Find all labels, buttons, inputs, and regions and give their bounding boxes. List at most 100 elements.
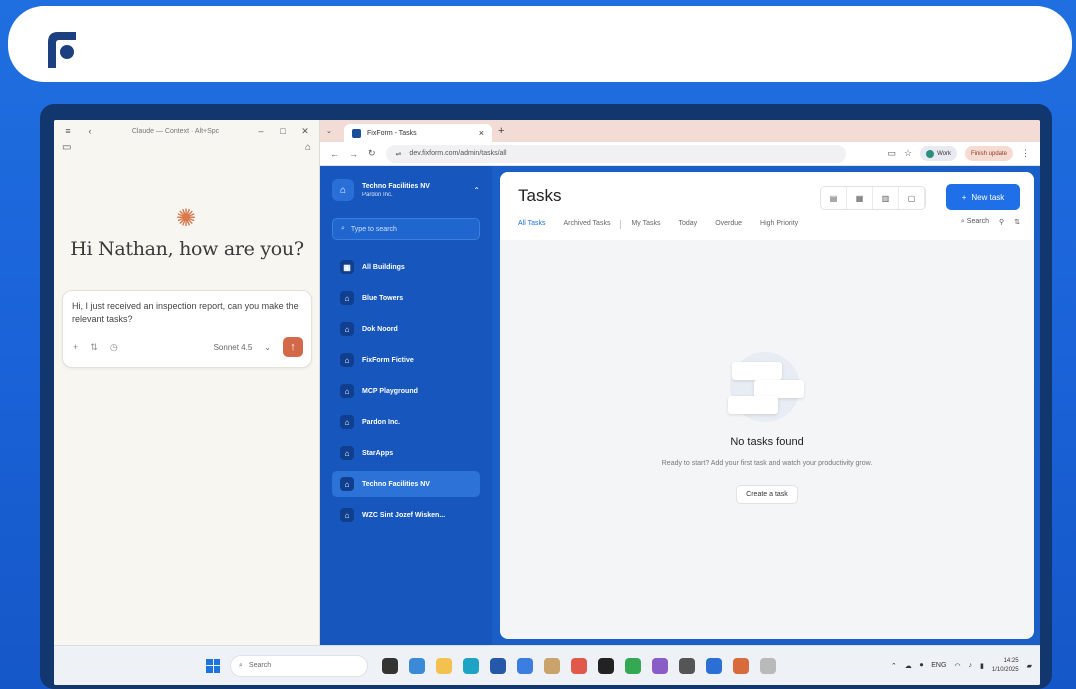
profile-button[interactable]: Work: [920, 146, 957, 161]
new-task-button[interactable]: + New task: [946, 184, 1020, 210]
clock[interactable]: 14:25 1/10/2025: [992, 657, 1019, 675]
sort-icon[interactable]: ⇅: [1014, 218, 1020, 226]
table-view-icon[interactable]: ▦: [847, 187, 873, 209]
outlook-icon[interactable]: [706, 657, 722, 674]
new-tab-icon[interactable]: +: [498, 125, 504, 137]
notification-icon[interactable]: ▰: [1027, 662, 1032, 670]
browser-tab[interactable]: FixForm - Tasks ×: [344, 124, 492, 142]
back-icon[interactable]: ‹: [84, 126, 96, 136]
maximize-icon[interactable]: □: [277, 126, 289, 136]
chevron-down-icon[interactable]: ⌄: [264, 343, 271, 352]
app-icon[interactable]: [517, 657, 533, 674]
store-icon[interactable]: [490, 657, 506, 674]
home-icon: ⌂: [340, 384, 354, 398]
chevron-up-icon[interactable]: ⌃: [473, 186, 480, 195]
address-actions: ▭ ☆ Work Finish update ⋮: [887, 146, 1030, 161]
kebab-menu-icon[interactable]: ⋮: [1021, 148, 1030, 159]
wifi-icon[interactable]: ◠: [954, 662, 960, 670]
widgets-icon[interactable]: [409, 657, 425, 674]
url-text[interactable]: dev.fixform.com/admin/tasks/all: [409, 150, 506, 157]
sidebar-item-wzc-sint-jozef[interactable]: ⌂ WZC Sint Jozef Wisken...: [332, 502, 480, 528]
sidebar-item-pardon-inc[interactable]: ⌂ Pardon Inc.: [332, 409, 480, 435]
sidebar-item-starapps[interactable]: ⌂ StarApps: [332, 440, 480, 466]
model-selector[interactable]: Sonnet 4.5: [214, 343, 253, 352]
sidebar-search-placeholder: Type to search: [350, 225, 397, 233]
tab-high-priority[interactable]: High Priority: [760, 220, 798, 229]
calendar-view-icon[interactable]: ▢: [899, 187, 925, 209]
file-explorer-icon[interactable]: [436, 657, 452, 674]
finish-update-button[interactable]: Finish update: [964, 146, 1013, 161]
tasks-header: Tasks ▤ ▦ ▥ ▢ + New task All Tasks Archi…: [500, 172, 1034, 240]
site-info-icon[interactable]: ⇌: [396, 150, 402, 158]
top-banner: [8, 6, 1072, 82]
edge-icon[interactable]: [463, 657, 479, 674]
home-icon: ⌂: [340, 415, 354, 429]
app-icon[interactable]: [598, 657, 614, 674]
menu-icon[interactable]: ≡: [62, 126, 74, 136]
task-search-button[interactable]: ⌕ Search: [961, 218, 989, 226]
chrome-icon[interactable]: [571, 657, 587, 674]
buildings-icon: ▦: [340, 260, 354, 274]
tab-today[interactable]: Today: [679, 220, 698, 229]
sidebar-item-dok-noord[interactable]: ⌂ Dok Noord: [332, 316, 480, 342]
tab-close-icon[interactable]: ×: [479, 128, 484, 138]
volume-icon[interactable]: ♪: [969, 662, 973, 669]
sidebar-item-mcp-playground[interactable]: ⌂ MCP Playground: [332, 378, 480, 404]
send-button[interactable]: ↑: [283, 337, 303, 357]
address-bar: ← → ↻ ⇌ dev.fixform.com/admin/tasks/all …: [320, 142, 1040, 166]
filter-icon[interactable]: ⚲: [999, 218, 1004, 226]
app-icon[interactable]: [733, 657, 749, 674]
tools-icon[interactable]: ⇅: [90, 342, 98, 353]
board-view-icon[interactable]: ▥: [873, 187, 899, 209]
claude-window-title: Claude — Context · Alt+Spc: [131, 127, 220, 135]
tab-list-icon[interactable]: ⌄: [326, 127, 338, 135]
ghost-icon[interactable]: ⌂: [305, 142, 311, 160]
prompt-input[interactable]: Hi, I just received an inspection report…: [62, 290, 312, 368]
sidebar-item-all-buildings[interactable]: ▦ All Buildings: [332, 254, 480, 280]
claude-asterisk-icon: ✺: [176, 205, 197, 232]
prompt-text[interactable]: Hi, I just received an inspection report…: [72, 300, 304, 326]
list-view-icon[interactable]: ▤: [821, 187, 847, 209]
sidebar-item-techno-facilities[interactable]: ⌂ Techno Facilities NV: [332, 471, 480, 497]
plus-icon[interactable]: +: [73, 342, 78, 352]
cloud-icon[interactable]: ☁: [905, 662, 912, 670]
language-indicator[interactable]: ENG: [931, 662, 946, 669]
tab-all-tasks[interactable]: All Tasks: [518, 220, 546, 229]
back-arrow-icon[interactable]: ←: [330, 149, 339, 159]
empty-title: No tasks found: [730, 436, 804, 448]
create-task-button[interactable]: Create a task: [736, 485, 798, 504]
plus-icon: +: [961, 192, 967, 202]
sidebar-item-blue-towers[interactable]: ⌂ Blue Towers: [332, 285, 480, 311]
sidebar-item-fixform-fictive[interactable]: ⌂ FixForm Fictive: [332, 347, 480, 373]
building-icon: ⌂: [332, 179, 354, 201]
tab-archived-tasks[interactable]: Archived Tasks: [564, 220, 611, 229]
app-icon[interactable]: [544, 657, 560, 674]
chevron-up-icon[interactable]: ⌃: [891, 662, 897, 670]
star-icon[interactable]: ☆: [904, 148, 912, 159]
minimize-icon[interactable]: –: [255, 126, 267, 136]
tab-my-tasks[interactable]: My Tasks: [631, 220, 660, 229]
mic-icon[interactable]: ⏺: [920, 662, 924, 670]
windows-taskbar: ⌕ Search ⌃ ☁ ⏺ ENG ◠ ♪ ▮ 14:25 1/10/2025…: [54, 645, 1040, 685]
close-icon[interactable]: ✕: [299, 126, 311, 137]
tab-overdue[interactable]: Overdue: [715, 220, 742, 229]
reload-icon[interactable]: ↻: [368, 148, 376, 159]
battery-icon[interactable]: ▮: [980, 662, 984, 670]
app-icon[interactable]: [652, 657, 668, 674]
taskbar-search[interactable]: ⌕ Search: [230, 654, 368, 677]
windows-start-icon[interactable]: [206, 658, 220, 673]
chrome-icon[interactable]: [625, 657, 641, 674]
sidebar-item-label: FixForm Fictive: [362, 356, 414, 364]
cast-icon[interactable]: ▭: [887, 148, 896, 159]
org-switcher[interactable]: ⌂ Techno Facilities NV Pardon Inc. ⌃: [332, 176, 480, 204]
app-icon[interactable]: [760, 657, 776, 674]
url-field[interactable]: ⇌ dev.fixform.com/admin/tasks/all: [385, 144, 846, 163]
sidebar-search-input[interactable]: ⌕ Type to search: [332, 218, 480, 240]
app-icon[interactable]: [679, 657, 695, 674]
sidebar-toggle-icon[interactable]: ▭: [62, 142, 71, 160]
taskbar-search-placeholder: Search: [248, 662, 272, 669]
forward-arrow-icon[interactable]: →: [349, 149, 358, 159]
clock-icon[interactable]: ◷: [110, 342, 118, 353]
task-tabs: All Tasks Archived Tasks My Tasks Today …: [518, 220, 798, 229]
task-view-icon[interactable]: [382, 657, 398, 674]
